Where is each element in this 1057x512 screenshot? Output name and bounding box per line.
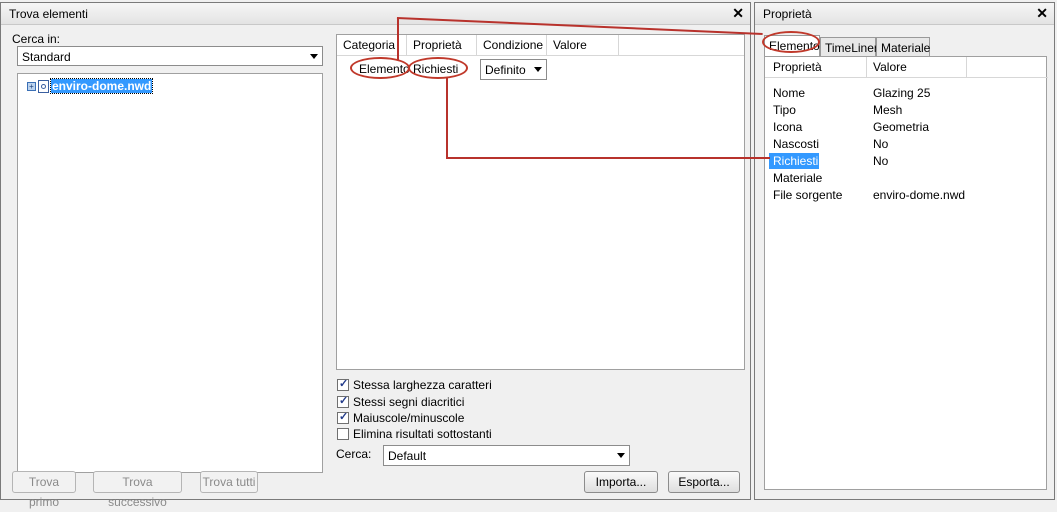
- expand-icon[interactable]: +: [27, 81, 36, 91]
- column-header-value[interactable]: Valore: [547, 35, 619, 55]
- search-select[interactable]: Default: [383, 445, 630, 466]
- property-name: Tipo: [773, 103, 796, 117]
- find-all-button[interactable]: Trova tutti: [200, 471, 258, 493]
- property-row[interactable]: Nome Glazing 25: [765, 85, 1048, 102]
- property-row[interactable]: Tipo Mesh: [765, 102, 1048, 119]
- tree-item[interactable]: + enviro-dome.nwd: [27, 78, 154, 94]
- properties-grid[interactable]: Proprietà Valore Nome Glazing 25 Tipo Me…: [764, 56, 1048, 490]
- option-match-width[interactable]: Stessa larghezza caratteri: [337, 377, 492, 392]
- highlight-element-tab-oval: [762, 31, 820, 53]
- property-value: Geometria: [873, 120, 930, 134]
- tab-timeliner[interactable]: TimeLiner: [820, 37, 878, 57]
- property-name: Nome: [773, 86, 806, 100]
- option-label: Stessi segni diacritici: [353, 395, 465, 409]
- chevron-down-icon: [617, 453, 625, 458]
- connector-line: [397, 18, 399, 60]
- option-prune-below[interactable]: Elimina risultati sottostanti: [337, 427, 492, 441]
- header-divider: [765, 77, 1048, 78]
- chevron-down-icon: [534, 67, 542, 72]
- tree-item-label: enviro-dome.nwd: [49, 78, 154, 94]
- column-header-property[interactable]: Proprietà: [407, 35, 477, 55]
- option-match-case[interactable]: Maiuscole/minuscole: [337, 410, 465, 425]
- column-header-property[interactable]: Proprietà: [765, 57, 867, 77]
- option-match-diacritics[interactable]: Stessi segni diacritici: [337, 394, 465, 409]
- properties-titlebar: Proprietà ✕: [755, 3, 1054, 25]
- look-in-select[interactable]: Standard: [17, 46, 323, 66]
- file-icon: [38, 79, 49, 93]
- criteria-grid[interactable]: Categoria Proprietà Condizione Valore El…: [336, 34, 745, 370]
- tab-material[interactable]: Materiale: [876, 37, 930, 57]
- window-title: Proprietà: [763, 7, 812, 21]
- property-value: No: [873, 137, 889, 151]
- property-name: Icona: [773, 120, 803, 134]
- selection-tree[interactable]: + enviro-dome.nwd: [17, 73, 323, 473]
- column-header-value[interactable]: Valore: [867, 57, 967, 77]
- property-name: Materiale: [773, 171, 823, 185]
- option-label: Stessa larghezza caratteri: [353, 378, 492, 392]
- checkbox-unchecked[interactable]: [337, 428, 349, 440]
- search-value: Default: [388, 449, 427, 463]
- find-first-button[interactable]: Trova primo: [12, 471, 76, 509]
- option-label: Elimina risultati sottostanti: [353, 427, 492, 441]
- chevron-down-icon: [310, 54, 318, 59]
- properties-window: Proprietà ✕ Elemento TimeLiner Materiale…: [754, 2, 1055, 500]
- property-value: Mesh: [873, 103, 903, 117]
- highlight-required-oval: [408, 57, 468, 79]
- export-button[interactable]: Esporta...: [668, 471, 740, 493]
- property-value: enviro-dome.nwd: [873, 188, 966, 202]
- property-name: File sorgente: [773, 188, 843, 202]
- checkbox-checked[interactable]: [337, 377, 349, 391]
- column-header-condition[interactable]: Condizione: [477, 35, 547, 55]
- connector-line: [446, 78, 448, 158]
- connector-line: [446, 157, 770, 159]
- close-icon[interactable]: ✕: [1036, 5, 1048, 22]
- checkbox-checked[interactable]: [337, 410, 349, 424]
- property-name: Nascosti: [773, 137, 820, 151]
- window-title: Trova elementi: [9, 7, 88, 21]
- property-row[interactable]: File sorgente enviro-dome.nwd: [765, 187, 1048, 204]
- condition-select[interactable]: Definito: [480, 59, 547, 80]
- look-in-label: Cerca in:: [12, 32, 61, 46]
- property-row[interactable]: Materiale: [765, 170, 1048, 187]
- property-row[interactable]: Nascosti No: [765, 136, 1048, 153]
- checkbox-checked[interactable]: [337, 394, 349, 408]
- property-value: No: [873, 154, 889, 168]
- highlight-element-oval: [350, 57, 410, 79]
- find-next-button[interactable]: Trova successivo: [93, 471, 182, 509]
- property-row-selected[interactable]: Richiesti No: [765, 153, 1048, 170]
- property-name: Richiesti: [769, 153, 819, 169]
- import-button[interactable]: Importa...: [584, 471, 658, 493]
- close-icon[interactable]: ✕: [732, 5, 744, 22]
- property-value: Glazing 25: [873, 86, 931, 100]
- find-items-titlebar: Trova elementi ✕: [1, 3, 750, 25]
- search-label: Cerca:: [336, 447, 372, 461]
- property-row[interactable]: Icona Geometria: [765, 119, 1048, 136]
- condition-value: Definito: [485, 63, 526, 77]
- option-label: Maiuscole/minuscole: [353, 411, 465, 425]
- look-in-value: Standard: [22, 50, 71, 64]
